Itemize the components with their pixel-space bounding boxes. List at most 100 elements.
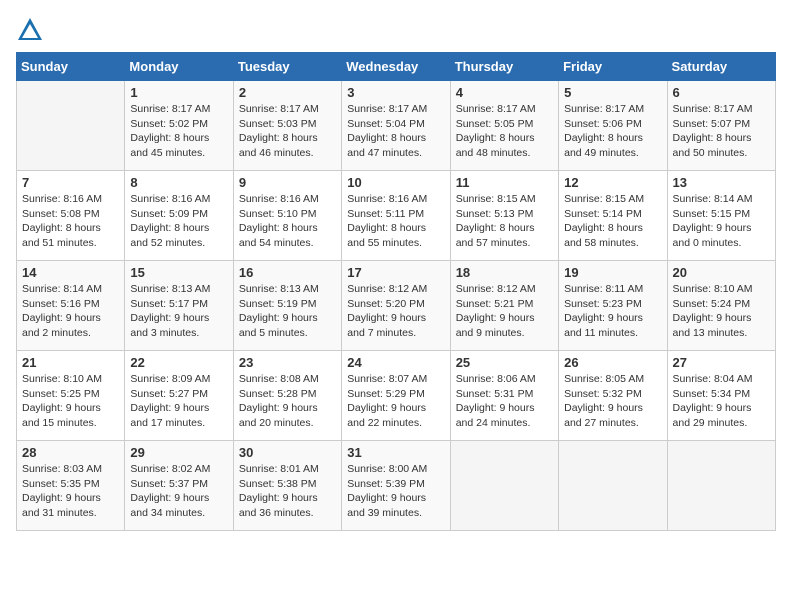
calendar-cell: 4Sunrise: 8:17 AMSunset: 5:05 PMDaylight…: [450, 81, 558, 171]
day-info: Sunrise: 8:13 AMSunset: 5:19 PMDaylight:…: [239, 282, 336, 341]
day-number: 23: [239, 355, 336, 370]
day-number: 2: [239, 85, 336, 100]
column-header-wednesday: Wednesday: [342, 53, 450, 81]
day-number: 3: [347, 85, 444, 100]
day-info: Sunrise: 8:02 AMSunset: 5:37 PMDaylight:…: [130, 462, 227, 521]
day-number: 27: [673, 355, 770, 370]
day-number: 29: [130, 445, 227, 460]
day-number: 25: [456, 355, 553, 370]
column-header-monday: Monday: [125, 53, 233, 81]
day-info: Sunrise: 8:17 AMSunset: 5:03 PMDaylight:…: [239, 102, 336, 161]
calendar-cell: 24 Sunrise: 8:07 AMSunset: 5:29 PMDayligh…: [342, 351, 450, 441]
week-row-2: 7 Sunrise: 8:16 AMSunset: 5:08 PMDaylight…: [17, 171, 776, 261]
calendar-cell: 25 Sunrise: 8:06 AMSunset: 5:31 PMDayligh…: [450, 351, 558, 441]
column-header-friday: Friday: [559, 53, 667, 81]
week-row-5: 28 Sunrise: 8:03 AMSunset: 5:35 PMDayligh…: [17, 441, 776, 531]
day-number: 15: [130, 265, 227, 280]
calendar-cell: 5 Sunrise: 8:17 AMSunset: 5:06 PMDaylight…: [559, 81, 667, 171]
calendar-cell: 14 Sunrise: 8:14 AMSunset: 5:16 PMDayligh…: [17, 261, 125, 351]
header-row: SundayMondayTuesdayWednesdayThursdayFrid…: [17, 53, 776, 81]
day-number: 20: [673, 265, 770, 280]
calendar-cell: 18Sunrise: 8:12 AMSunset: 5:21 PMDayligh…: [450, 261, 558, 351]
day-info: Sunrise: 8:17 AMSunset: 5:04 PMDaylight:…: [347, 102, 444, 161]
calendar-cell: [450, 441, 558, 531]
day-info: Sunrise: 8:17 AMSunset: 5:06 PMDaylight:…: [564, 102, 661, 161]
week-row-4: 21 Sunrise: 8:10 AMSunset: 5:25 PMDayligh…: [17, 351, 776, 441]
calendar-cell: [667, 441, 775, 531]
day-info: Sunrise: 8:15 AMSunset: 5:14 PMDaylight:…: [564, 192, 661, 251]
day-info: Sunrise: 8:17 AMSunset: 5:07 PMDaylight:…: [673, 102, 770, 161]
calendar-cell: 23 Sunrise: 8:08 AMSunset: 5:28 PMDayligh…: [233, 351, 341, 441]
day-number: 12: [564, 175, 661, 190]
calendar-cell: 31 Sunrise: 8:00 AMSunset: 5:39 PMDayligh…: [342, 441, 450, 531]
day-info: Sunrise: 8:14 AMSunset: 5:16 PMDaylight:…: [22, 282, 119, 341]
day-number: 21: [22, 355, 119, 370]
day-info: Sunrise: 8:00 AMSunset: 5:39 PMDaylight:…: [347, 462, 444, 521]
day-info: Sunrise: 8:16 AMSunset: 5:11 PMDaylight:…: [347, 192, 444, 251]
day-number: 8: [130, 175, 227, 190]
day-number: 5: [564, 85, 661, 100]
day-number: 6: [673, 85, 770, 100]
calendar-cell: 7 Sunrise: 8:16 AMSunset: 5:08 PMDaylight…: [17, 171, 125, 261]
calendar-table: SundayMondayTuesdayWednesdayThursdayFrid…: [16, 52, 776, 531]
day-info: Sunrise: 8:16 AMSunset: 5:08 PMDaylight:…: [22, 192, 119, 251]
day-number: 16: [239, 265, 336, 280]
column-header-tuesday: Tuesday: [233, 53, 341, 81]
day-info: Sunrise: 8:14 AMSunset: 5:15 PMDaylight:…: [673, 192, 770, 251]
day-info: Sunrise: 8:11 AMSunset: 5:23 PMDaylight:…: [564, 282, 661, 341]
column-header-sunday: Sunday: [17, 53, 125, 81]
week-row-3: 14 Sunrise: 8:14 AMSunset: 5:16 PMDayligh…: [17, 261, 776, 351]
week-row-1: 1 Sunrise: 8:17 AMSunset: 5:02 PMDaylight…: [17, 81, 776, 171]
calendar-cell: 3 Sunrise: 8:17 AMSunset: 5:04 PMDaylight…: [342, 81, 450, 171]
day-info: Sunrise: 8:08 AMSunset: 5:28 PMDaylight:…: [239, 372, 336, 431]
page-header: [16, 16, 776, 44]
day-info: Sunrise: 8:09 AMSunset: 5:27 PMDaylight:…: [130, 372, 227, 431]
calendar-cell: 22 Sunrise: 8:09 AMSunset: 5:27 PMDayligh…: [125, 351, 233, 441]
calendar-cell: 12 Sunrise: 8:15 AMSunset: 5:14 PMDayligh…: [559, 171, 667, 261]
day-info: Sunrise: 8:17 AMSunset: 5:05 PMDaylight:…: [456, 102, 553, 161]
day-info: Sunrise: 8:05 AMSunset: 5:32 PMDaylight:…: [564, 372, 661, 431]
logo-icon: [16, 16, 44, 44]
calendar-cell: 19 Sunrise: 8:11 AMSunset: 5:23 PMDayligh…: [559, 261, 667, 351]
day-info: Sunrise: 8:06 AMSunset: 5:31 PMDaylight:…: [456, 372, 553, 431]
day-number: 24: [347, 355, 444, 370]
day-info: Sunrise: 8:01 AMSunset: 5:38 PMDaylight:…: [239, 462, 336, 521]
calendar-cell: 11 Sunrise: 8:15 AMSunset: 5:13 PMDayligh…: [450, 171, 558, 261]
day-number: 28: [22, 445, 119, 460]
day-number: 30: [239, 445, 336, 460]
day-number: 7: [22, 175, 119, 190]
calendar-cell: 27 Sunrise: 8:04 AMSunset: 5:34 PMDayligh…: [667, 351, 775, 441]
day-number: 17: [347, 265, 444, 280]
day-info: Sunrise: 8:04 AMSunset: 5:34 PMDaylight:…: [673, 372, 770, 431]
day-number: 1: [130, 85, 227, 100]
day-info: Sunrise: 8:12 AMSunset: 5:21 PMDaylight:…: [456, 282, 553, 341]
calendar-cell: 30 Sunrise: 8:01 AMSunset: 5:38 PMDayligh…: [233, 441, 341, 531]
calendar-cell: 2 Sunrise: 8:17 AMSunset: 5:03 PMDaylight…: [233, 81, 341, 171]
column-header-thursday: Thursday: [450, 53, 558, 81]
calendar-cell: 10 Sunrise: 8:16 AMSunset: 5:11 PMDayligh…: [342, 171, 450, 261]
day-number: 9: [239, 175, 336, 190]
day-number: 31: [347, 445, 444, 460]
day-info: Sunrise: 8:16 AMSunset: 5:09 PMDaylight:…: [130, 192, 227, 251]
day-info: Sunrise: 8:17 AMSunset: 5:02 PMDaylight:…: [130, 102, 227, 161]
day-info: Sunrise: 8:07 AMSunset: 5:29 PMDaylight:…: [347, 372, 444, 431]
day-info: Sunrise: 8:10 AMSunset: 5:24 PMDaylight:…: [673, 282, 770, 341]
calendar-cell: [559, 441, 667, 531]
logo: [16, 16, 48, 44]
day-number: 10: [347, 175, 444, 190]
day-info: Sunrise: 8:15 AMSunset: 5:13 PMDaylight:…: [456, 192, 553, 251]
calendar-cell: [17, 81, 125, 171]
day-info: Sunrise: 8:10 AMSunset: 5:25 PMDaylight:…: [22, 372, 119, 431]
column-header-saturday: Saturday: [667, 53, 775, 81]
calendar-cell: 8 Sunrise: 8:16 AMSunset: 5:09 PMDaylight…: [125, 171, 233, 261]
calendar-cell: 6 Sunrise: 8:17 AMSunset: 5:07 PMDaylight…: [667, 81, 775, 171]
day-number: 14: [22, 265, 119, 280]
day-info: Sunrise: 8:03 AMSunset: 5:35 PMDaylight:…: [22, 462, 119, 521]
calendar-cell: 26Sunrise: 8:05 AMSunset: 5:32 PMDayligh…: [559, 351, 667, 441]
day-info: Sunrise: 8:12 AMSunset: 5:20 PMDaylight:…: [347, 282, 444, 341]
day-number: 11: [456, 175, 553, 190]
calendar-cell: 15Sunrise: 8:13 AMSunset: 5:17 PMDayligh…: [125, 261, 233, 351]
day-number: 22: [130, 355, 227, 370]
calendar-cell: 17 Sunrise: 8:12 AMSunset: 5:20 PMDayligh…: [342, 261, 450, 351]
day-number: 19: [564, 265, 661, 280]
